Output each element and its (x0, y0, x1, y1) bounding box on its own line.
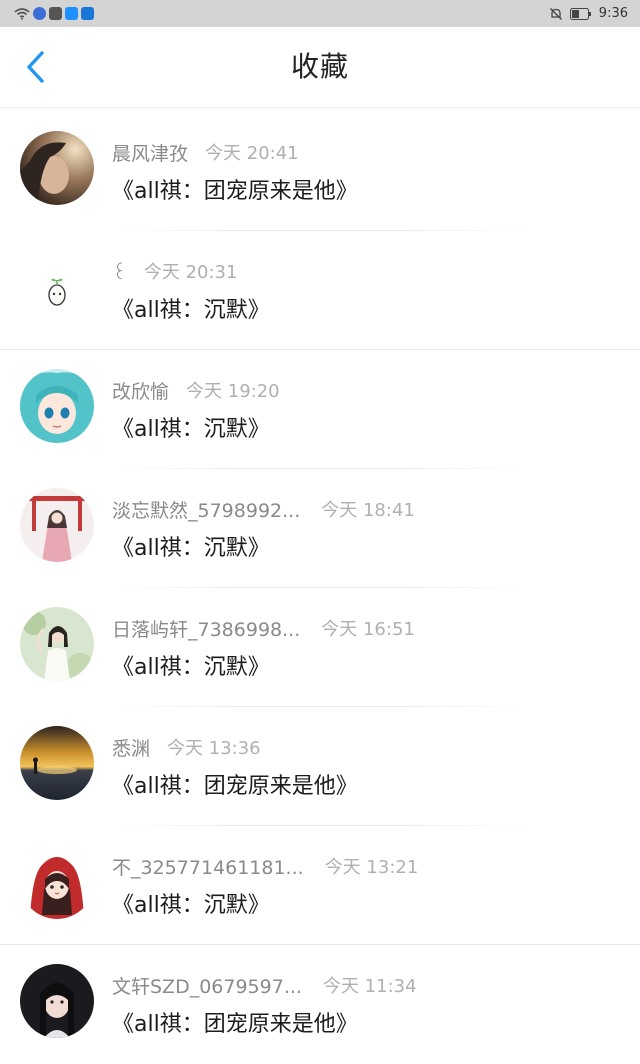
user-name[interactable]: 改欣愉 (112, 377, 169, 404)
list-item[interactable]: 不_325771461181... 今天 13:21 《all祺：沉默》 (0, 826, 640, 945)
list-item[interactable]: 改欣愉 今天 19:20 《all祺：沉默》 (0, 350, 640, 469)
item-meta: ꒰ 今天 20:31 (112, 258, 237, 284)
item-meta: 文轩SZD_0679597... 今天 11:34 (112, 972, 417, 998)
user-name[interactable]: 晨风津孜 (112, 139, 188, 166)
list-item[interactable]: ꒰ 今天 20:31 《all祺：沉默》 (0, 231, 640, 350)
story-title[interactable]: 《all祺：沉默》 (112, 411, 270, 443)
avatar[interactable] (20, 131, 94, 205)
avatar[interactable] (20, 607, 94, 681)
timestamp: 今天 13:21 (324, 857, 419, 878)
app-header: 收藏 (0, 27, 640, 108)
list-item[interactable]: 淡忘默然_5798992... 今天 18:41 《all祺：沉默》 (0, 469, 640, 588)
story-title[interactable]: 《all祺：沉默》 (112, 292, 270, 324)
avatar[interactable] (20, 369, 94, 443)
favorites-list: 晨风津孜 今天 20:41 《all祺：团宠原来是他》 ꒰ 今天 20:31 《… (0, 112, 640, 1064)
avatar[interactable] (20, 250, 94, 324)
wifi-icon (14, 8, 30, 20)
timestamp: 今天 13:36 (167, 738, 261, 759)
avatar[interactable] (20, 726, 94, 800)
cloud-app-icon (81, 7, 94, 20)
status-time: 9:36 (598, 6, 628, 21)
app-icon (33, 7, 46, 20)
story-title[interactable]: 《all祺：团宠原来是他》 (112, 768, 358, 800)
mail-icon (49, 7, 62, 20)
item-meta: 改欣愉 今天 19:20 (112, 377, 280, 403)
user-name[interactable]: 不_325771461181... (112, 853, 304, 880)
search-app-icon (65, 7, 78, 20)
user-name[interactable]: 文轩SZD_0679597... (112, 972, 302, 999)
page-title: 收藏 (290, 50, 349, 83)
story-title[interactable]: 《all祺：沉默》 (112, 530, 270, 562)
avatar[interactable] (20, 964, 94, 1038)
list-item[interactable]: 晨风津孜 今天 20:41 《all祺：团宠原来是他》 (0, 112, 640, 231)
timestamp: 今天 18:41 (321, 500, 415, 521)
list-item[interactable]: 文轩SZD_0679597... 今天 11:34 《all祺：团宠原来是他》 (0, 945, 640, 1064)
status-bar-left (14, 7, 94, 20)
timestamp: 今天 20:31 (143, 262, 238, 283)
item-meta: 悉渊 今天 13:36 (112, 734, 261, 760)
status-bar: 9:36 (0, 0, 640, 27)
timestamp: 今天 19:20 (186, 381, 280, 402)
story-title[interactable]: 《all祺：团宠原来是他》 (112, 1006, 358, 1038)
avatar[interactable] (20, 845, 94, 919)
list-item[interactable]: 日落屿轩_7386998... 今天 16:51 《all祺：沉默》 (0, 588, 640, 707)
story-title[interactable]: 《all祺：团宠原来是他》 (112, 173, 358, 205)
timestamp: 今天 11:34 (322, 976, 417, 997)
mute-bell-icon (549, 7, 562, 20)
timestamp: 今天 16:51 (321, 619, 415, 640)
item-meta: 不_325771461181... 今天 13:21 (112, 853, 418, 879)
user-name[interactable]: 淡忘默然_5798992... (112, 496, 300, 523)
user-name[interactable]: ꒰ (112, 259, 127, 284)
story-title[interactable]: 《all祺：沉默》 (112, 887, 270, 919)
item-meta: 晨风津孜 今天 20:41 (112, 139, 299, 165)
user-name[interactable]: 悉渊 (112, 734, 150, 761)
user-name[interactable]: 日落屿轩_7386998... (112, 615, 300, 642)
battery-icon (569, 7, 591, 20)
avatar[interactable] (20, 488, 94, 562)
list-item[interactable]: 悉渊 今天 13:36 《all祺：团宠原来是他》 (0, 707, 640, 826)
item-meta: 日落屿轩_7386998... 今天 16:51 (112, 615, 415, 641)
story-title[interactable]: 《all祺：沉默》 (112, 649, 270, 681)
timestamp: 今天 20:41 (205, 143, 299, 164)
item-meta: 淡忘默然_5798992... 今天 18:41 (112, 496, 415, 522)
status-bar-right: 9:36 (549, 6, 628, 21)
